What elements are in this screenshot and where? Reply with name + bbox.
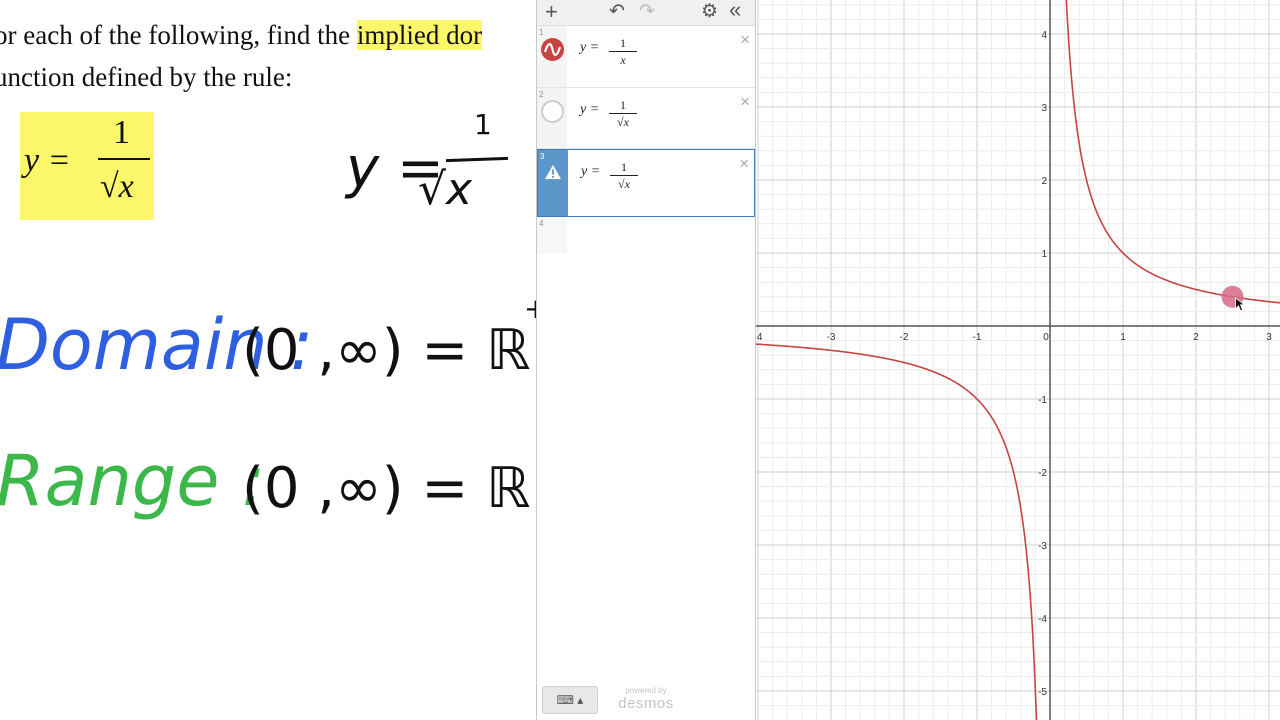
curve-negative-branch — [756, 343, 1038, 720]
x-tick-label: 0 — [1043, 332, 1049, 343]
handwritten-numerator: 1 — [474, 108, 492, 141]
rule-fraction-bar — [98, 158, 150, 160]
warning-icon[interactable] — [544, 164, 562, 180]
fraction-bar — [609, 113, 637, 114]
desmos-logo: powered by desmos — [615, 686, 677, 712]
document-view: or each of the following, find the impli… — [0, 0, 536, 720]
fraction-numerator: 1 — [621, 160, 627, 174]
x-tick-label: -2 — [900, 332, 909, 343]
fraction-bar — [610, 175, 638, 176]
y-tick-label: -1 — [1038, 395, 1047, 406]
expression-index: 4 — [539, 219, 544, 228]
domain-value: (0 ,∞) = ℝ — [242, 318, 531, 383]
expression-fraction[interactable]: 1 √x — [610, 160, 638, 191]
hidden-circle-icon[interactable] — [541, 100, 564, 123]
curve-positive-branch — [1065, 0, 1280, 304]
expression-fraction[interactable]: 1 √x — [609, 98, 637, 129]
x-tick-label: -4 — [756, 332, 763, 343]
expression-lhs: y = — [580, 40, 600, 55]
powered-by-text: powered by — [625, 686, 667, 695]
instruction-line-2: unction defined by the rule: — [0, 62, 293, 92]
expression-row-selected[interactable]: 3 y = 1 √x × — [537, 149, 755, 217]
expression-lhs: y = — [581, 164, 601, 179]
fraction-numerator: 1 — [620, 36, 626, 50]
empty-expression-row[interactable]: 4 — [537, 217, 755, 253]
remove-expression-icon[interactable]: × — [740, 30, 750, 50]
domain-superscript: + — [524, 292, 536, 325]
rule-lhs: y = — [24, 142, 71, 179]
function-icon[interactable] — [541, 38, 564, 61]
x-tick-label: 3 — [1266, 332, 1272, 343]
keyboard-toggle-button[interactable]: ⌨ ▴ — [542, 686, 598, 714]
y-tick-label: 1 — [1041, 249, 1047, 260]
x-tick-label: 1 — [1120, 332, 1126, 343]
expression-index: 2 — [539, 90, 544, 99]
desmos-brand-text: desmos — [618, 695, 674, 712]
rule-denominator: √x — [100, 168, 134, 205]
expression-fraction[interactable]: 1 x — [609, 36, 637, 67]
x-tick-label: -1 — [973, 332, 982, 343]
range-value: (0 ,∞) = ℝ — [242, 456, 531, 521]
y-tick-label: -5 — [1038, 687, 1047, 698]
y-tick-label: -4 — [1038, 614, 1047, 625]
y-tick-label: -3 — [1038, 541, 1047, 552]
settings-button[interactable]: ⚙ — [701, 1, 718, 23]
fraction-denominator: x — [620, 53, 626, 67]
handwritten-denominator: √x — [418, 164, 473, 215]
y-tick-label: 3 — [1041, 103, 1047, 114]
instruction-line-1: or each of the following, find the impli… — [0, 20, 483, 51]
remove-expression-icon[interactable]: × — [740, 92, 750, 112]
rule-numerator: 1 — [113, 114, 130, 151]
y-tick-label: -2 — [1038, 468, 1047, 479]
fraction-denominator: √x — [617, 115, 629, 129]
handwritten-fraction-bar — [445, 156, 509, 163]
expression-row[interactable]: 1 y = 1 x × — [537, 26, 755, 88]
redo-button[interactable]: ↷ — [639, 1, 655, 23]
y-tick-label: 4 — [1041, 30, 1047, 41]
graph-svg[interactable]: -4 -3 -2 -1 0 1 2 3 4 3 2 1 -1 -2 -3 -4 -5 — [756, 0, 1280, 720]
expression-row[interactable]: 2 y = 1 √x × — [537, 88, 755, 149]
fraction-bar — [609, 51, 637, 52]
add-expression-button[interactable]: + — [545, 1, 558, 23]
expression-toolbar: + ↶ ↷ ⚙ « — [537, 0, 755, 26]
y-tick-label: 2 — [1041, 176, 1047, 187]
instruction-text: or each of the following, find the — [0, 20, 357, 50]
graph-canvas[interactable]: -4 -3 -2 -1 0 1 2 3 4 3 2 1 -1 -2 -3 -4 -5 — [756, 0, 1280, 720]
expression-index: 1 — [539, 28, 544, 37]
highlighted-text: implied dor — [356, 20, 483, 50]
x-tick-label: -3 — [827, 332, 836, 343]
undo-button[interactable]: ↶ — [609, 1, 625, 23]
expression-panel: + ↶ ↷ ⚙ « 1 y = 1 x × 2 y = 1 √x × 3 y =… — [536, 0, 756, 720]
expression-lhs: y = — [580, 102, 600, 117]
expression-index: 3 — [540, 152, 545, 161]
fraction-numerator: 1 — [620, 98, 626, 112]
range-label: Range : — [0, 440, 266, 522]
remove-expression-icon[interactable]: × — [739, 154, 749, 174]
x-tick-label: 2 — [1193, 332, 1199, 343]
fraction-denominator: √x — [618, 177, 630, 191]
collapse-panel-button[interactable]: « — [729, 0, 741, 21]
